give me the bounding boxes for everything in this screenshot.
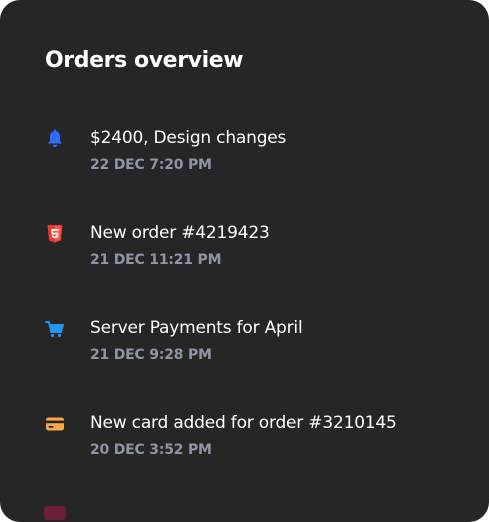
timeline-item-date: 20 DEC 3:52 PM	[90, 442, 212, 458]
card-title: Orders overview	[45, 48, 244, 73]
timeline-item-label: Server Payments for April	[90, 318, 303, 338]
credit-card-icon	[46, 417, 64, 431]
timeline-item: $2400, Design changes 22 DEC 7:20 PM	[44, 128, 464, 188]
timeline-item-label: New card added for order #3210145	[90, 413, 397, 433]
timeline-item: New card added for order #3210145 20 DEC…	[44, 413, 464, 473]
html5-icon	[47, 225, 63, 243]
orders-overview-card: Orders overview $2400, Design changes 22…	[0, 0, 489, 522]
notification-bell-icon	[48, 129, 62, 147]
timeline-item-label: New order #4219423	[90, 223, 270, 243]
shopping-cart-icon	[45, 321, 64, 338]
timeline-item-date: 21 DEC 11:21 PM	[90, 252, 222, 268]
timeline-item-date: 21 DEC 9:28 PM	[90, 347, 212, 363]
timeline-item: Server Payments for April 21 DEC 9:28 PM	[44, 318, 464, 378]
timeline-item-label: $2400, Design changes	[90, 128, 287, 148]
timeline-item: New order #4219423 21 DEC 11:21 PM	[44, 223, 464, 283]
timeline-item-date: 22 DEC 7:20 PM	[90, 157, 212, 173]
partially-visible-icon	[44, 506, 66, 520]
